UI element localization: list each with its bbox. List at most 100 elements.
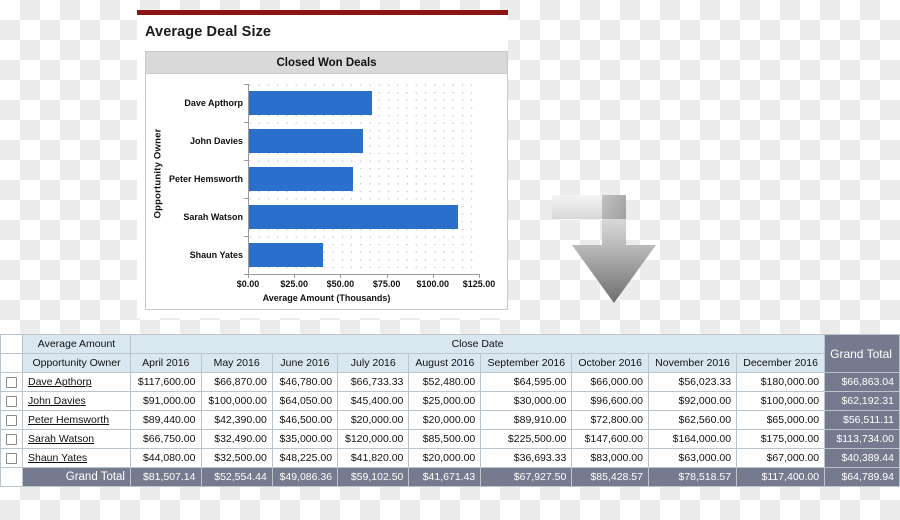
amount-cell: $56,023.33 [647, 372, 738, 392]
y-axis-tick [244, 122, 248, 123]
x-axis-tick-label: $75.00 [372, 279, 401, 289]
amount-cell: $62,560.00 [647, 410, 738, 430]
column-header-month[interactable]: November 2016 [647, 353, 738, 373]
x-axis-tick-label: $25.00 [280, 279, 308, 289]
owner-cell: Peter Hemsworth [22, 410, 131, 430]
grand-total-amount-cell: $41,671.43 [408, 467, 482, 487]
bar[interactable] [249, 204, 459, 230]
amount-cell: $175,000.00 [736, 429, 826, 449]
y-axis-tick [244, 84, 248, 85]
chart-panel: Closed Won Deals Opportunity Owner Dave … [145, 51, 508, 310]
y-axis-tick [244, 236, 248, 237]
column-group-label: Close Date [129, 334, 826, 354]
amount-cell: $66,750.00 [130, 429, 202, 449]
amount-cell: $46,500.00 [271, 410, 339, 430]
grand-total-amount-cell: $59,102.50 [337, 467, 410, 487]
owner-cell: Sarah Watson [22, 429, 131, 449]
bar-row [249, 198, 479, 236]
amount-cell: $64,050.00 [271, 391, 339, 411]
bar[interactable] [249, 128, 364, 154]
owner-link[interactable]: Sarah Watson [28, 433, 94, 445]
report-card: Average Deal Size Closed Won Deals Oppor… [137, 10, 508, 318]
row-grand-total-cell: $40,389.44 [824, 448, 900, 468]
column-header-month[interactable]: September 2016 [480, 353, 573, 373]
bar[interactable] [249, 166, 353, 192]
overall-grand-total-cell: $64,789.94 [824, 467, 900, 487]
y-axis-tick [244, 160, 248, 161]
amount-cell: $100,000.00 [736, 391, 826, 411]
table-header-row-months: Opportunity Owner April 2016 May 2016 June… [0, 353, 900, 373]
owner-cell: Shaun Yates [22, 448, 131, 468]
y-axis-tick-label: Sarah Watson [183, 212, 243, 222]
table-row: Shaun Yates $44,080.00 $32,500.00 $48,225.0… [0, 448, 900, 468]
x-axis-tick [294, 274, 296, 278]
amount-cell: $64,595.00 [480, 372, 573, 392]
amount-cell: $117,600.00 [130, 372, 202, 392]
row-grand-total-cell: $56,511.11 [824, 410, 900, 430]
y-axis-tick-label: Dave Apthorp [184, 98, 243, 108]
amount-cell: $65,000.00 [736, 410, 826, 430]
row-checkbox[interactable] [6, 395, 17, 407]
x-axis-title: Average Amount (Thousands) [262, 293, 391, 303]
row-select-cell[interactable] [0, 448, 23, 468]
owner-link[interactable]: John Davies [28, 395, 86, 407]
amount-cell: $32,500.00 [200, 448, 273, 468]
owner-link[interactable]: Dave Apthorp [28, 376, 92, 388]
row-select-cell[interactable] [0, 372, 23, 392]
amount-cell: $147,600.00 [571, 429, 649, 449]
amount-cell: $91,000.00 [130, 391, 202, 411]
grand-total-amount-cell: $52,554.44 [200, 467, 273, 487]
amount-cell: $66,000.00 [571, 372, 649, 392]
amount-cell: $85,500.00 [408, 429, 482, 449]
row-grand-total-cell: $113,734.00 [824, 429, 900, 449]
bar-row [249, 160, 479, 198]
amount-cell: $32,490.00 [200, 429, 273, 449]
column-header-month[interactable]: May 2016 [200, 353, 273, 373]
bar[interactable] [249, 242, 324, 268]
amount-cell: $45,400.00 [337, 391, 410, 411]
grand-total-row-label: Grand Total [22, 467, 131, 487]
amount-cell: $83,000.00 [571, 448, 649, 468]
bar[interactable] [249, 90, 373, 116]
owner-cell: Dave Apthorp [22, 372, 131, 392]
owner-link[interactable]: Peter Hemsworth [28, 414, 109, 426]
chart-title-bar: Closed Won Deals [146, 52, 507, 74]
bar-row [249, 84, 479, 122]
row-select-cell[interactable] [0, 410, 23, 430]
column-header-month[interactable]: August 2016 [408, 353, 482, 373]
amount-cell: $41,820.00 [337, 448, 410, 468]
grand-total-select-spacer [0, 467, 23, 487]
amount-cell: $30,000.00 [480, 391, 573, 411]
row-select-cell[interactable] [0, 391, 23, 411]
row-checkbox[interactable] [6, 376, 17, 388]
amount-cell: $100,000.00 [200, 391, 273, 411]
column-header-month[interactable]: October 2016 [571, 353, 649, 373]
column-header-month[interactable]: July 2016 [337, 353, 410, 373]
owner-link[interactable]: Shaun Yates [28, 452, 87, 464]
amount-cell: $89,440.00 [130, 410, 202, 430]
y-axis-tick-label: Shaun Yates [189, 250, 243, 260]
column-header-month[interactable]: June 2016 [271, 353, 339, 373]
y-axis-tick-labels: Dave Apthorp John Davies Peter Hemsworth Sa… [156, 84, 248, 274]
x-axis-tick-label: $0.00 [236, 279, 260, 289]
grand-total-amount-cell: $81,507.14 [130, 467, 202, 487]
x-axis-tick [386, 274, 388, 278]
amount-cell: $20,000.00 [408, 410, 482, 430]
grand-total-amount-cell: $78,518.57 [647, 467, 738, 487]
column-header-month[interactable]: April 2016 [130, 353, 202, 373]
amount-cell: $180,000.00 [736, 372, 826, 392]
row-checkbox[interactable] [6, 414, 17, 426]
amount-cell: $66,870.00 [200, 372, 273, 392]
amount-cell: $72,800.00 [571, 410, 649, 430]
y-axis-tick-label: Peter Hemsworth [168, 174, 243, 184]
row-checkbox[interactable] [6, 452, 17, 464]
amount-cell: $48,225.00 [271, 448, 339, 468]
table-row: John Davies $91,000.00 $100,000.00 $64,050.… [0, 391, 900, 411]
row-grand-total-cell: $66,863.04 [824, 372, 900, 392]
column-header-month[interactable]: December 2016 [736, 353, 826, 373]
row-checkbox[interactable] [6, 433, 17, 445]
grand-total-column-header: Grand Total [824, 334, 900, 373]
row-select-cell[interactable] [0, 429, 23, 449]
amount-cell: $96,600.00 [571, 391, 649, 411]
page-title: Average Deal Size [145, 24, 272, 40]
